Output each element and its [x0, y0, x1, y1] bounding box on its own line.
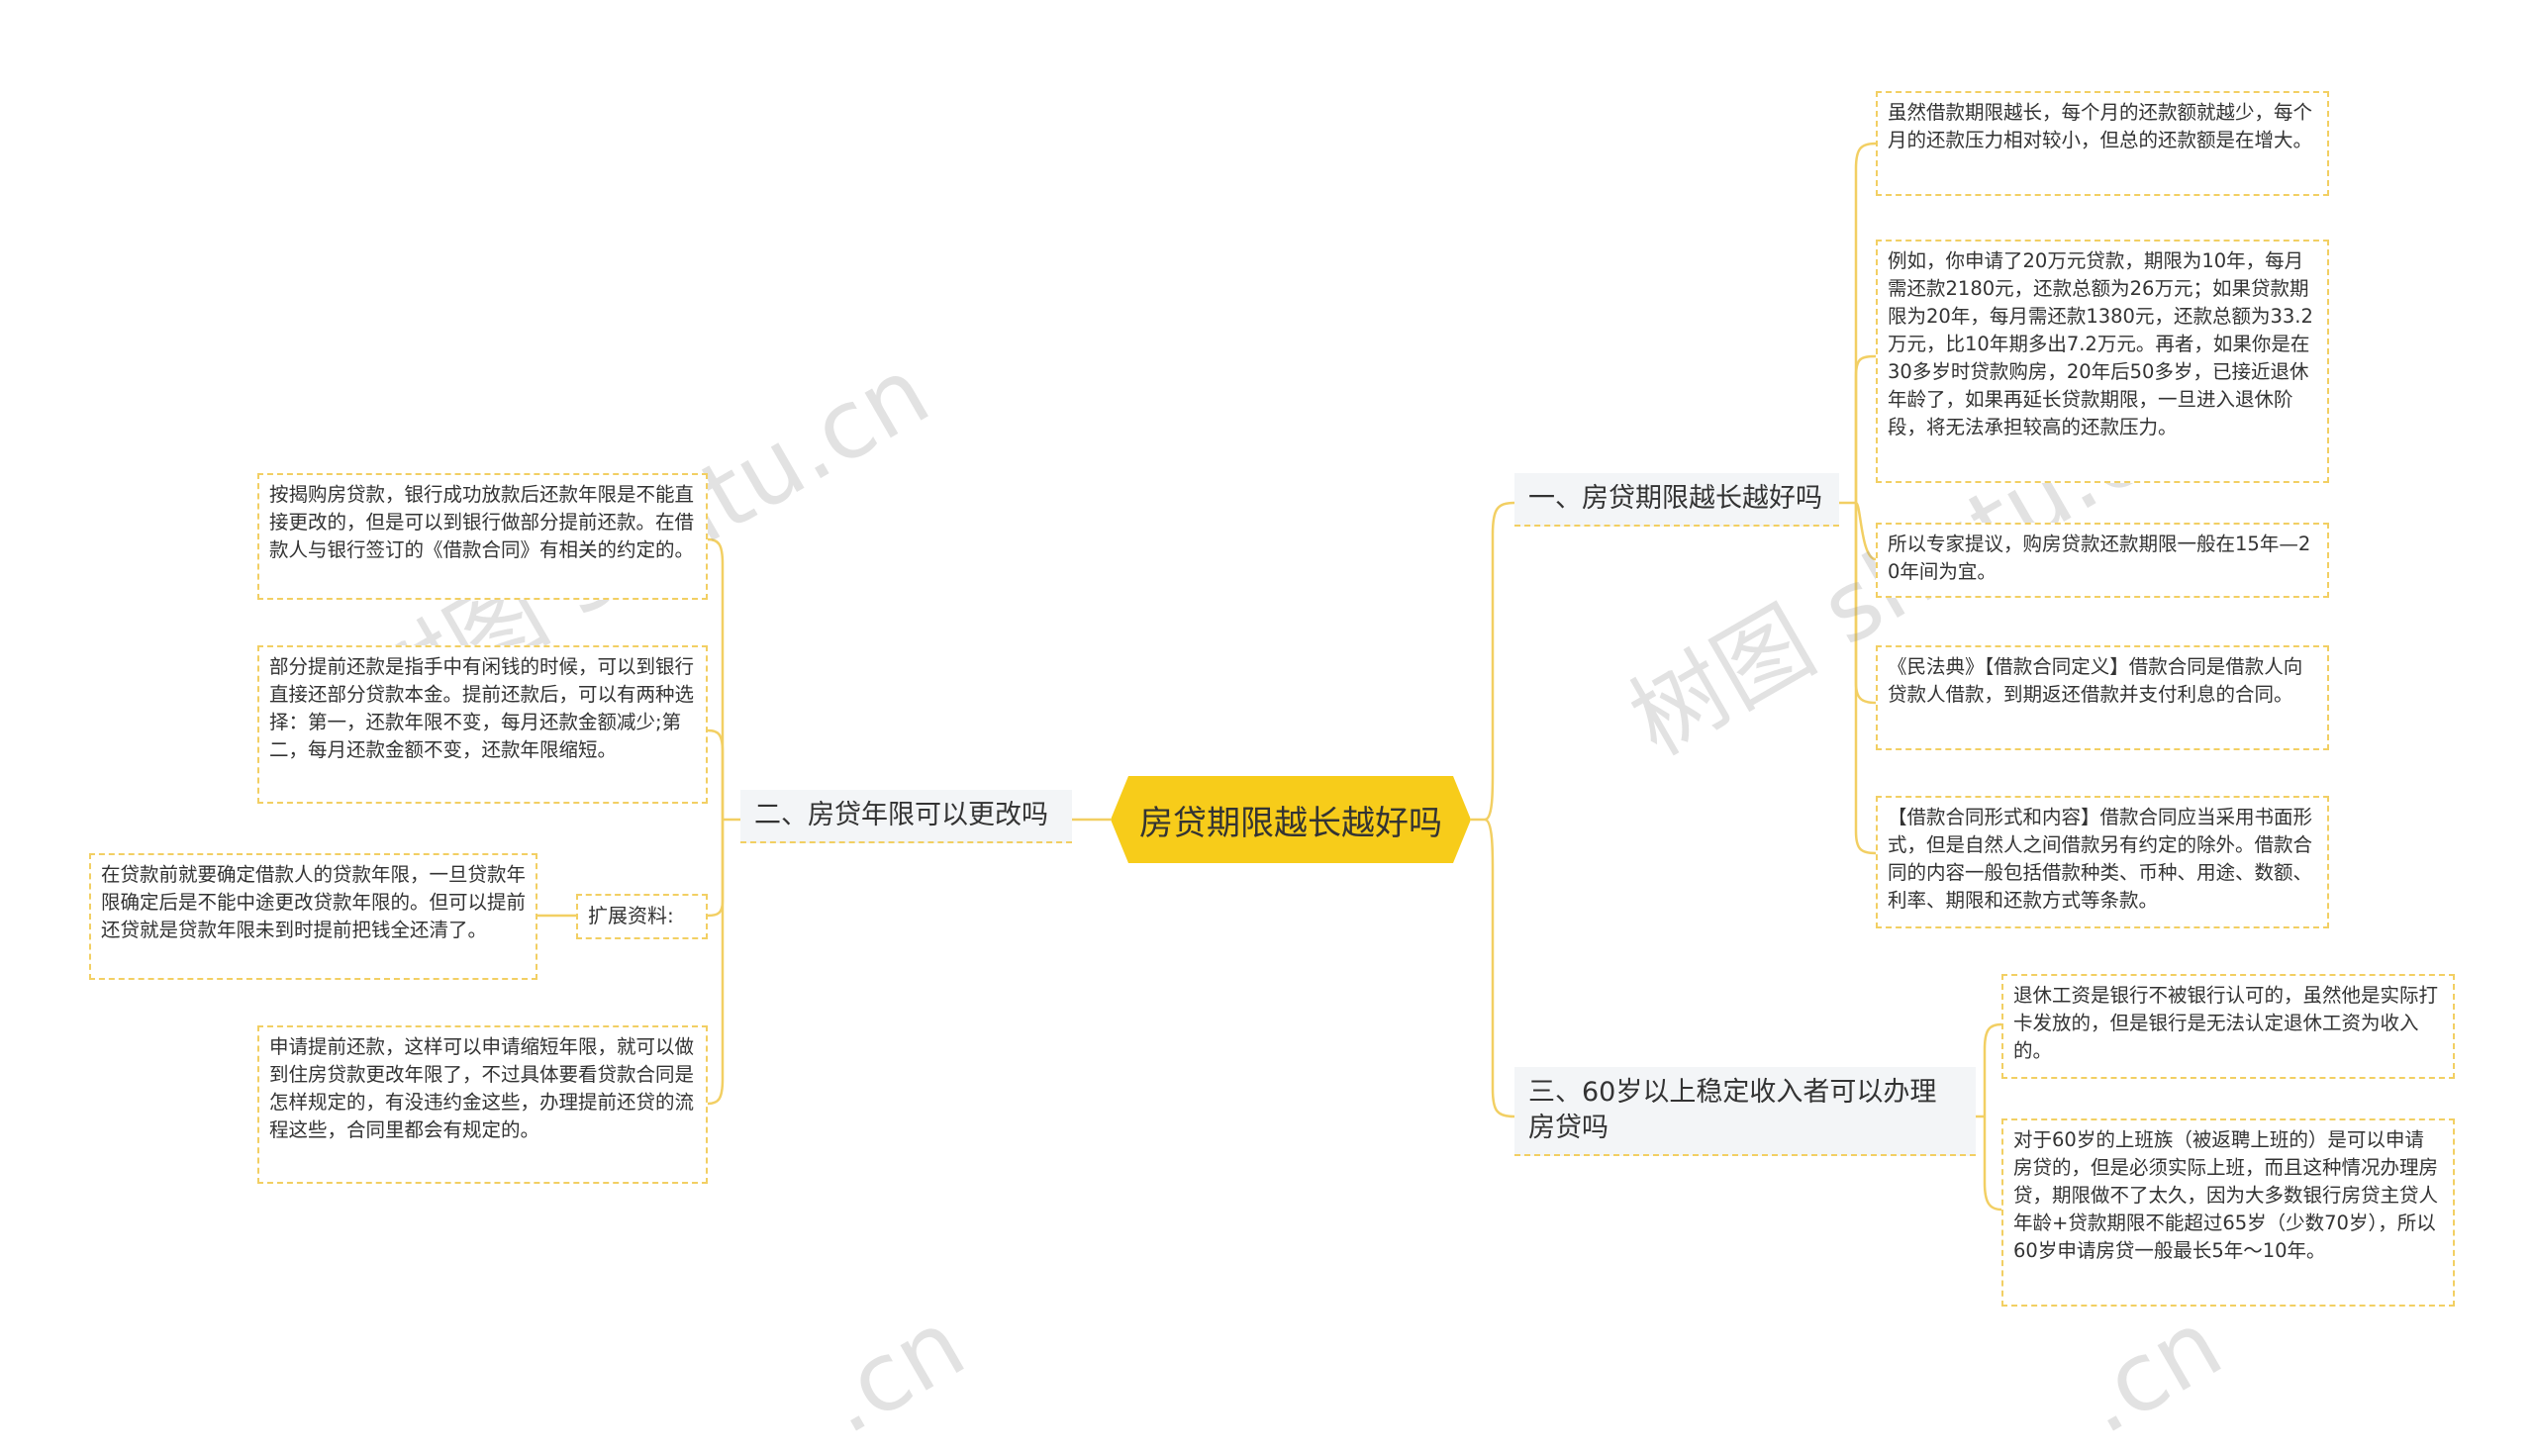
leaf-text: 【借款合同形式和内容】借款合同应当采用书面形式，但是自然人之间借款另有约定的除外… — [1888, 806, 2313, 912]
branch-title: 二、房贷年限可以更改吗 — [754, 800, 1048, 830]
leaf-expert-advice[interactable]: 所以专家提议，购房贷款还款期限一般在15年—20年间为宜。 — [1876, 523, 2329, 598]
center-topic-label: 房贷期限越长越好吗 — [1139, 803, 1442, 843]
leaf-text: 《民法典》【借款合同定义】借款合同是借款人向贷款人借款，到期返还借款并支付利息的… — [1888, 655, 2303, 706]
leaf-text: 在贷款前就要确定借款人的贷款年限，一旦贷款年限确定后是不能中途更改贷款年限的。但… — [101, 863, 527, 941]
branch-over-60-mortgage[interactable]: 三、60岁以上稳定收入者可以办理房贷吗 — [1514, 1067, 1976, 1156]
leaf-partial-prepayment[interactable]: 部分提前还款是指手中有闲钱的时候，可以到银行直接还部分贷款本金。提前还款后，可以… — [257, 645, 708, 804]
extension-label-text: 扩展资料: — [588, 904, 674, 927]
leaf-retirement-pay[interactable]: 退休工资是银行不被银行认可的，虽然他是实际打卡发放的，但是银行是无法认定退休工资… — [2001, 974, 2455, 1079]
leaf-total-repayment[interactable]: 虽然借款期限越长，每个月的还款额就越少，每个月的还款压力相对较小，但总的还款额是… — [1876, 91, 2329, 196]
branch-title: 一、房贷期限越长越好吗 — [1528, 483, 1822, 514]
leaf-apply-prepayment[interactable]: 申请提前还款，这样可以申请缩短年限，就可以做到住房贷款更改年限了，不过具体要看贷… — [257, 1025, 708, 1184]
leaf-text: 申请提前还款，这样可以申请缩短年限，就可以做到住房贷款更改年限了，不过具体要看贷… — [269, 1035, 695, 1141]
leaf-text: 对于60岁的上班族（被返聘上班的）是可以申请房贷的，但是必须实际上班，而且这种情… — [2013, 1128, 2439, 1262]
leaf-example[interactable]: 例如，你申请了20万元贷款，期限为10年，每月需还款2180元，还款总额为26万… — [1876, 240, 2329, 483]
leaf-text: 所以专家提议，购房贷款还款期限一般在15年—20年间为宜。 — [1888, 533, 2311, 583]
extension-label[interactable]: 扩展资料: — [576, 894, 708, 939]
leaf-text: 部分提前还款是指手中有闲钱的时候，可以到银行直接还部分贷款本金。提前还款后，可以… — [269, 655, 695, 761]
leaf-text: 退休工资是银行不被银行认可的，虽然他是实际打卡发放的，但是银行是无法认定退休工资… — [2013, 984, 2439, 1062]
branch-title: 三、60岁以上稳定收入者可以办理房贷吗 — [1528, 1077, 1937, 1143]
leaf-60-year-old-worker[interactable]: 对于60岁的上班族（被返聘上班的）是可以申请房贷的，但是必须实际上班，而且这种情… — [2001, 1118, 2455, 1307]
leaf-text: 按揭购房贷款，银行成功放款后还款年限是不能直接更改的，但是可以到银行做部分提前还… — [269, 483, 695, 561]
branch-change-loan-term[interactable]: 二、房贷年限可以更改吗 — [740, 790, 1072, 843]
leaf-contract-form[interactable]: 【借款合同形式和内容】借款合同应当采用书面形式，但是自然人之间借款另有约定的除外… — [1876, 796, 2329, 928]
leaf-mortgage-term-fixed[interactable]: 按揭购房贷款，银行成功放款后还款年限是不能直接更改的，但是可以到银行做部分提前还… — [257, 473, 708, 600]
leaf-text: 虽然借款期限越长，每个月的还款额就越少，每个月的还款压力相对较小，但总的还款额是… — [1888, 101, 2313, 151]
center-topic[interactable]: 房贷期限越长越好吗 — [1111, 776, 1471, 863]
leaf-civil-code-definition[interactable]: 《民法典》【借款合同定义】借款合同是借款人向贷款人借款，到期返还借款并支付利息的… — [1876, 645, 2329, 750]
branch-loan-term-longer-better[interactable]: 一、房贷期限越长越好吗 — [1514, 473, 1839, 527]
leaf-text: 例如，你申请了20万元贷款，期限为10年，每月需还款2180元，还款总额为26万… — [1888, 249, 2313, 438]
leaf-extension-text[interactable]: 在贷款前就要确定借款人的贷款年限，一旦贷款年限确定后是不能中途更改贷款年限的。但… — [89, 853, 537, 980]
